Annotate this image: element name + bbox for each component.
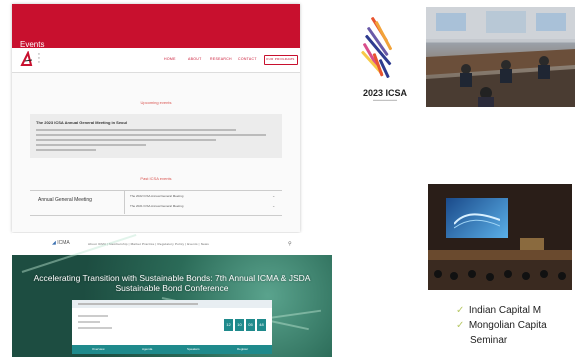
event-text-line (36, 149, 96, 151)
tab-agenda[interactable]: Agenda (142, 347, 152, 351)
past-events-heading: Past ICSA events (140, 176, 172, 181)
lectern (520, 238, 544, 250)
panel-text-line (78, 327, 112, 329)
programs-button-label: OUR PROGRAMS (266, 57, 295, 61)
check-icon: ✓ (456, 320, 465, 331)
logo-mark-icon: ◢ (52, 240, 56, 246)
search-icon[interactable]: ⚲ (288, 241, 292, 247)
countdown-hours: 10 (235, 319, 244, 331)
panel-text-line (78, 315, 108, 317)
chevron-down-icon[interactable]: ⌄ (272, 193, 275, 198)
panel-hint-line (78, 303, 198, 305)
bullet-text: Seminar (470, 335, 508, 346)
conference-page-screenshot: ◢ ICMA About ICMA | Membership | Market … (12, 233, 332, 357)
nav-item-research[interactable]: RESEARCH (210, 57, 232, 61)
event-text-line (36, 129, 236, 131)
site-logo-text: ━ ━ ━ (38, 52, 40, 64)
wave-graphic-icon (454, 213, 500, 229)
upcoming-events-heading: Upcoming events (140, 100, 172, 105)
tab-speakers[interactable]: Speakers (187, 347, 200, 351)
event-text-line (36, 139, 216, 141)
site-logo-icon[interactable] (20, 51, 36, 67)
nav-item-home[interactable]: HOME (164, 57, 176, 61)
countdown-days: 12 (224, 319, 233, 331)
tab-overview[interactable]: Overview (92, 347, 105, 351)
icsa-logo-subline: ━━━━━━━━━━━━━━━━ (372, 99, 398, 102)
events-page-screenshot: Events ━ ━ ━ HOME ABOUT RESEARCH CONTACT O… (12, 4, 300, 232)
event-text-line (36, 134, 266, 136)
meeting-room-illustration (426, 7, 575, 107)
conference-headline: Accelerating Transition with Sustainable… (33, 273, 311, 293)
events-banner (12, 4, 300, 48)
countdown-seconds: 48 (257, 319, 266, 331)
event-text-line (36, 144, 146, 146)
audience-silhouettes (434, 270, 566, 281)
panel-text-line (78, 321, 100, 323)
bullet-item: Seminar (470, 330, 507, 348)
past-event-row[interactable]: The 2021 ICSA Annual General Meeting (130, 204, 183, 208)
icma-logo[interactable]: ◢ ICMA (52, 240, 70, 246)
past-events-category: Annual General Meeting (38, 197, 92, 203)
tab-register[interactable]: Register (237, 347, 248, 351)
meeting-room-photo (426, 7, 575, 107)
nav-item-about[interactable]: ABOUT (188, 57, 202, 61)
table-divider (124, 190, 125, 214)
past-event-row[interactable]: The 2022 ICSA Annual General Meeting (130, 194, 183, 198)
chevron-down-icon[interactable]: ⌄ (272, 203, 275, 208)
upcoming-event-title[interactable]: The 2023 ICSA Annual General Meeting in … (36, 120, 127, 125)
nav-item-contact[interactable]: CONTACT (238, 57, 257, 61)
seminar-photo (428, 184, 572, 290)
icsa-logo-label: 2023 ICSA (362, 88, 408, 98)
countdown-minutes: 05 (246, 319, 255, 331)
